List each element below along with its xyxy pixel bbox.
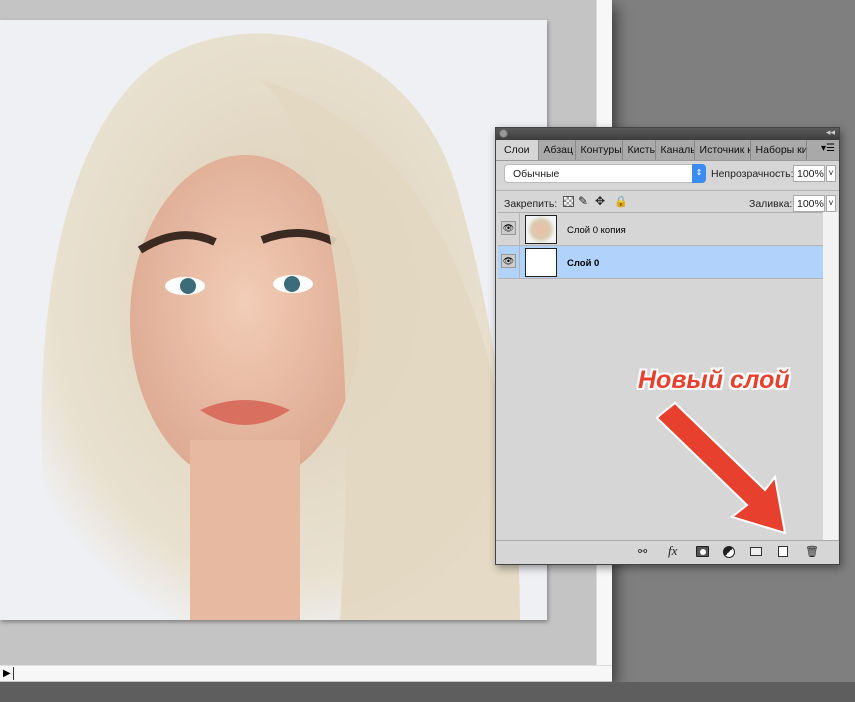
opacity-label: Непрозрачность: (711, 168, 794, 180)
panel-toolbar: ⚯ fx 🗑 (496, 540, 839, 564)
link-icon[interactable]: ⚯ (638, 545, 647, 558)
fx-icon[interactable]: fx (668, 543, 677, 559)
folder-icon[interactable] (750, 547, 762, 556)
layers-scrollbar[interactable] (823, 212, 838, 540)
trash-icon[interactable]: 🗑 (805, 545, 819, 558)
new-layer-icon[interactable] (778, 546, 788, 557)
adjustment-icon[interactable] (723, 546, 735, 558)
annotation-label: Новый слой (638, 366, 790, 394)
tab-clone-source[interactable]: Источник к (695, 140, 751, 160)
blend-row: Обычные ⇕ Непрозрачность: 100% v (496, 161, 839, 187)
close-icon[interactable] (499, 129, 508, 138)
panel-tabs: Слои Абзац Контуры Кисть Каналы Источник… (496, 140, 839, 161)
annotation-arrow (655, 401, 787, 535)
layer-row-selected[interactable]: 👁 Слой 0 (498, 246, 823, 279)
horizontal-scrollbar[interactable]: ▶ (0, 665, 612, 681)
mask-icon[interactable] (696, 546, 709, 557)
eye-icon[interactable]: 👁 (501, 221, 516, 235)
fill-dropdown-icon[interactable]: v (826, 195, 836, 212)
eye-icon[interactable]: 👁 (501, 254, 516, 268)
tab-layers[interactable]: Слои (496, 140, 539, 160)
layer-thumbnail (525, 215, 557, 244)
portrait-image (41, 33, 521, 620)
tab-paths[interactable]: Контуры (576, 140, 623, 160)
lock-all-icon[interactable]: 🔒 (614, 195, 628, 208)
stepper-icon: ⇕ (692, 164, 706, 183)
tab-brush-presets[interactable]: Наборы ки (751, 140, 807, 160)
tab-channels[interactable]: Каналы (656, 140, 695, 160)
lock-move-icon[interactable]: ✥ (595, 194, 605, 208)
fill-label: Заливка: (749, 198, 793, 210)
panel-menu-icon[interactable]: ▾☰ (821, 143, 835, 154)
play-arrow-icon[interactable]: ▶ (3, 667, 14, 680)
fill-input[interactable]: 100% (793, 195, 825, 212)
blend-mode-select[interactable]: Обычные ⇕ (504, 164, 706, 183)
collapse-icon[interactable]: ◂◂ (826, 127, 835, 138)
tab-paragraph[interactable]: Абзац (539, 140, 576, 160)
layer-thumbnail (525, 248, 557, 277)
opacity-input[interactable]: 100% (793, 165, 825, 182)
layer-name: Слой 0 (567, 258, 600, 269)
lock-brush-icon[interactable]: ✎ (578, 194, 588, 208)
blend-mode-value: Обычные (513, 168, 560, 180)
lock-transparency-icon[interactable] (563, 196, 574, 207)
lock-label: Закрепить: (504, 198, 558, 210)
workspace-background (0, 682, 855, 702)
layer-name: Слой 0 копия (567, 225, 626, 236)
tab-brush[interactable]: Кисть (623, 140, 656, 160)
layer-row[interactable]: 👁 Слой 0 копия (498, 213, 823, 246)
opacity-dropdown-icon[interactable]: v (826, 165, 836, 182)
canvas-photo[interactable] (0, 20, 547, 620)
panel-titlebar[interactable]: ◂◂ (496, 127, 839, 140)
